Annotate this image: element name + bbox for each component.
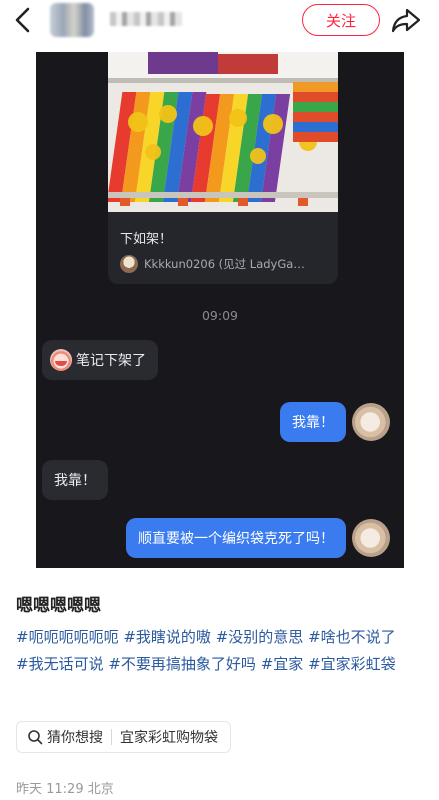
rainbow-bags-photo (108, 52, 338, 212)
hashtag-link[interactable]: #没别的意思 (216, 628, 304, 646)
card-author: Kkkkun0206 (见过 LadyGa… (120, 255, 305, 273)
card-author-avatar (120, 255, 138, 273)
post-title: 嗯嗯嗯嗯嗯 (16, 596, 101, 616)
message-bubble-received: 我靠！ (42, 460, 108, 500)
hashtag-link[interactable]: #啥也不说了 (308, 628, 396, 646)
sender-avatar (352, 403, 390, 441)
card-title: 下如架！ (120, 232, 173, 247)
message-bubble-received: 笔记下架了 (42, 340, 158, 380)
follow-button[interactable]: 关注 (302, 4, 380, 36)
author-name[interactable] (110, 12, 182, 26)
search-chip-query: 宜家彩虹购物袋 (120, 730, 218, 746)
shared-note-card: 下如架！ Kkkkun0206 (见过 LadyGa… (108, 52, 338, 284)
crying-emoji-icon (50, 349, 72, 371)
sender-avatar (352, 519, 390, 557)
post-meta: 昨天 11:29 北京 (16, 782, 114, 797)
message-text: 我靠！ (292, 415, 334, 431)
search-icon (28, 730, 43, 745)
hashtag-link[interactable]: #不要再搞抽象了好吗 (108, 655, 256, 673)
card-author-name: Kkkkun0206 (见过 LadyGa… (144, 257, 305, 271)
related-search-chip[interactable]: 猜你想搜 宜家彩虹购物袋 (16, 721, 231, 753)
hashtag-link[interactable]: #宜家 (261, 655, 304, 673)
search-chip-label: 猜你想搜 (47, 730, 103, 746)
message-text: 顺直要被一个编织袋克死了吗！ (138, 531, 334, 547)
hashtag-link[interactable]: #呃呃呃呃呃呃 (16, 628, 119, 646)
back-icon[interactable] (8, 4, 38, 36)
share-icon[interactable] (390, 5, 422, 35)
message-text: 笔记下架了 (76, 353, 146, 369)
hashtag-link[interactable]: #宜家彩虹袋 (308, 655, 396, 673)
chat-timestamp: 09:09 (201, 308, 239, 323)
message-bubble-sent: 顺直要被一个编织袋克死了吗！ (126, 518, 346, 558)
author-avatar[interactable] (50, 3, 94, 37)
divider (111, 729, 112, 745)
chat-screenshot[interactable]: 下如架！ Kkkkun0206 (见过 LadyGa… 09:09 笔记下架了 … (36, 52, 404, 568)
hashtag-link[interactable]: #我瞎说的嗷 (123, 628, 211, 646)
message-text: 我靠！ (54, 473, 96, 489)
message-bubble-sent: 我靠！ (280, 402, 346, 442)
post-hashtags: #呃呃呃呃呃呃 #我瞎说的嗷 #没别的意思 #啥也不说了 #我无话可说 #不要再… (16, 624, 426, 678)
top-bar: 关注 (0, 0, 439, 40)
hashtag-link[interactable]: #我无话可说 (16, 655, 104, 673)
